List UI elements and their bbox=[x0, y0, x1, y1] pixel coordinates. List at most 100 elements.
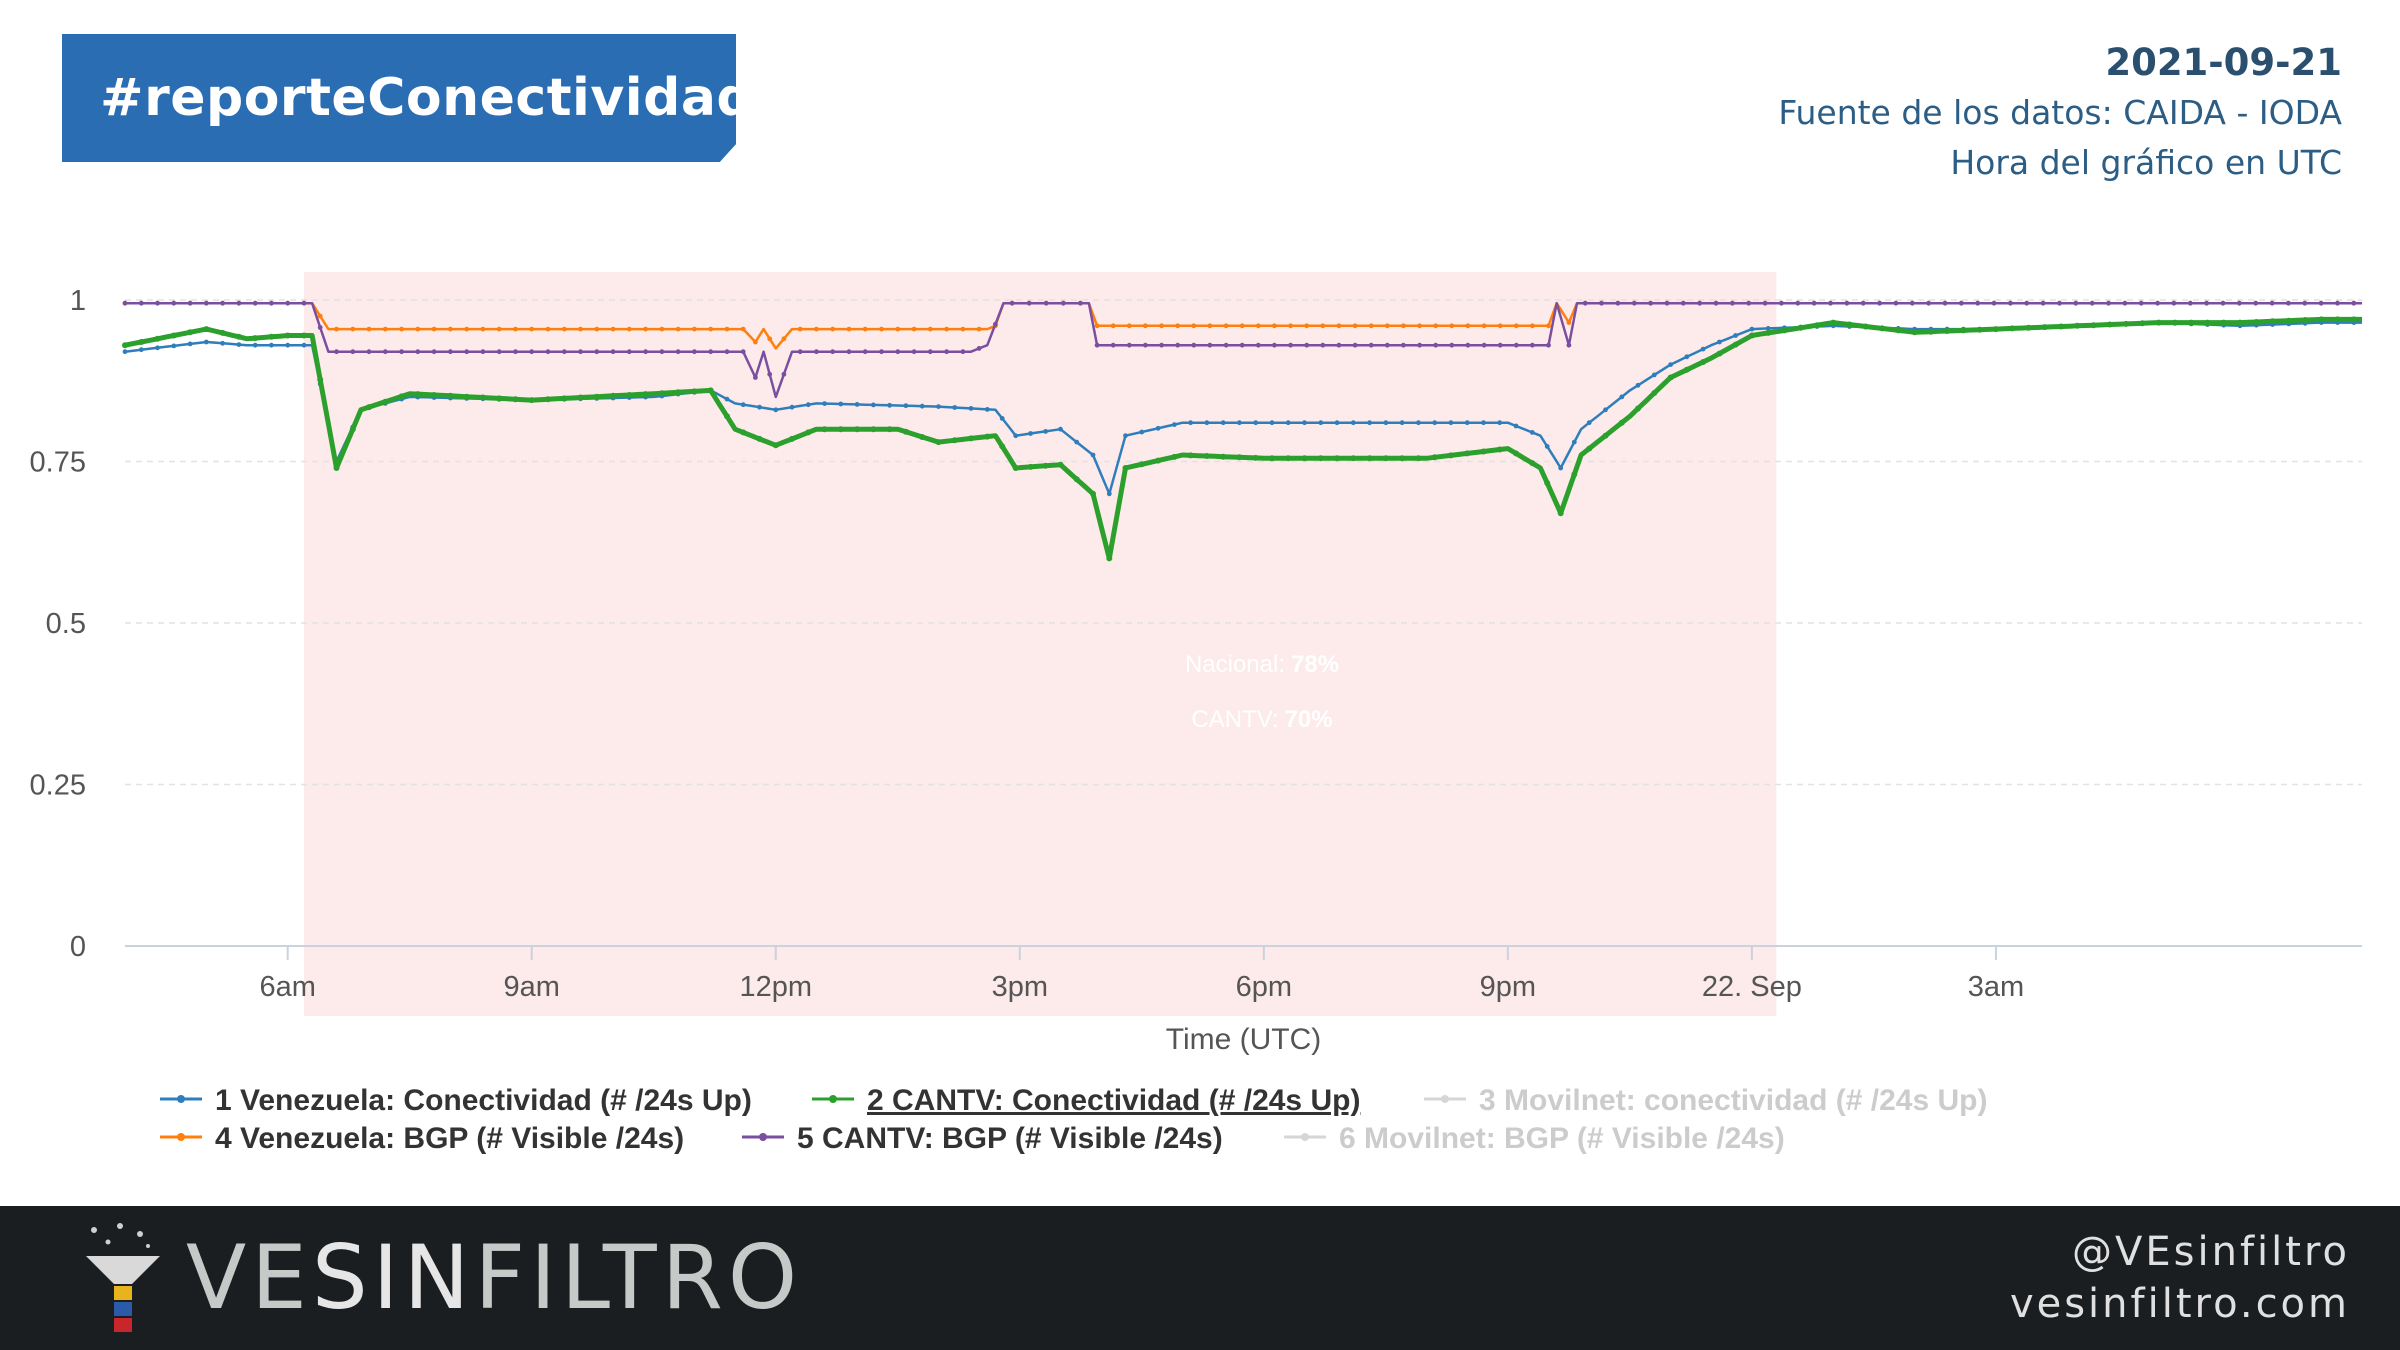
data-point bbox=[366, 404, 372, 411]
data-point bbox=[187, 341, 193, 347]
data-point bbox=[1667, 374, 1674, 381]
legend-item-3[interactable]: 3 Movilnet: conectividad (# /24s Up) bbox=[1424, 1084, 1987, 1117]
data-point bbox=[512, 396, 519, 403]
data-point bbox=[1530, 323, 1535, 329]
data-point bbox=[838, 401, 844, 407]
data-point bbox=[1043, 429, 1048, 434]
data-point bbox=[1958, 300, 1964, 306]
x-axis-label: Time (UTC) bbox=[1166, 1023, 1322, 1056]
data-point bbox=[399, 326, 404, 332]
data-point bbox=[902, 428, 909, 435]
legend-item-2[interactable]: 2 CANTV: Conectividad (# /24s Up) bbox=[812, 1084, 1360, 1117]
data-point bbox=[1255, 342, 1261, 348]
data-point bbox=[2090, 322, 2097, 329]
data-point bbox=[122, 342, 128, 349]
data-point bbox=[1320, 342, 1326, 348]
data-point bbox=[1155, 425, 1161, 431]
legend-item-6[interactable]: 6 Movilnet: BGP (# Visible /24s) bbox=[1284, 1122, 1785, 1155]
data-point bbox=[529, 349, 535, 355]
data-point bbox=[1811, 300, 1817, 306]
data-point bbox=[1028, 431, 1033, 436]
data-point bbox=[879, 326, 884, 332]
legend-label: 6 Movilnet: BGP (# Visible /24s) bbox=[1339, 1122, 1785, 1155]
data-point bbox=[1544, 444, 1550, 449]
data-point bbox=[626, 326, 632, 332]
data-point bbox=[772, 442, 779, 449]
data-point bbox=[797, 326, 803, 332]
data-point bbox=[1464, 450, 1471, 457]
data-point bbox=[203, 339, 209, 345]
data-point bbox=[1187, 452, 1194, 459]
data-point bbox=[2269, 300, 2275, 306]
data-point bbox=[415, 326, 421, 332]
data-point bbox=[399, 349, 404, 355]
data-point bbox=[1599, 300, 1604, 306]
data-point bbox=[756, 435, 763, 442]
data-point bbox=[513, 326, 518, 332]
data-point bbox=[317, 313, 323, 319]
brand-part-sin: SIN bbox=[311, 1226, 475, 1329]
data-point bbox=[171, 343, 177, 349]
legend-item-1[interactable]: 1 Venezuela: Conectividad (# /24s Up) bbox=[160, 1084, 752, 1117]
legend-item-5[interactable]: 5 CANTV: BGP (# Visible /24s) bbox=[742, 1122, 1223, 1155]
data-point bbox=[1447, 452, 1454, 459]
data-point bbox=[1497, 323, 1503, 329]
data-point bbox=[1159, 342, 1164, 348]
data-point bbox=[1060, 300, 1066, 306]
data-point bbox=[1384, 342, 1390, 348]
data-point bbox=[1336, 342, 1342, 348]
y-tick-label: 0.5 bbox=[46, 608, 86, 640]
data-point bbox=[1155, 457, 1162, 464]
data-point bbox=[1255, 323, 1261, 329]
data-point bbox=[1449, 342, 1455, 348]
data-point bbox=[2073, 300, 2079, 306]
data-point bbox=[1285, 420, 1291, 426]
data-point bbox=[2253, 319, 2260, 325]
data-point bbox=[1175, 323, 1181, 329]
data-point bbox=[2106, 300, 2111, 306]
data-point bbox=[1433, 342, 1439, 348]
data-point bbox=[545, 396, 551, 403]
website-link[interactable]: vesinfiltro.com bbox=[2010, 1278, 2350, 1330]
data-point bbox=[871, 402, 876, 408]
data-point bbox=[529, 326, 535, 332]
data-point bbox=[236, 300, 242, 306]
legend-label: 1 Venezuela: Conectividad (# /24s Up) bbox=[215, 1084, 752, 1117]
data-point bbox=[138, 347, 144, 353]
data-point bbox=[919, 434, 926, 440]
data-point bbox=[2040, 300, 2046, 306]
data-point bbox=[122, 300, 128, 306]
data-point bbox=[610, 326, 616, 332]
data-point bbox=[1301, 455, 1308, 462]
data-point bbox=[1106, 491, 1112, 497]
data-point bbox=[350, 349, 356, 355]
data-point bbox=[879, 349, 884, 355]
data-point bbox=[1139, 429, 1145, 435]
data-point bbox=[1043, 300, 1049, 306]
data-point bbox=[767, 336, 773, 342]
twitter-handle[interactable]: @VEsinfiltro bbox=[2010, 1226, 2350, 1278]
data-point bbox=[976, 346, 982, 351]
data-point bbox=[1367, 420, 1372, 426]
data-point bbox=[269, 300, 274, 306]
data-point bbox=[1352, 323, 1358, 329]
x-tick-label: 9pm bbox=[1480, 971, 1536, 1003]
data-point bbox=[464, 326, 470, 332]
data-point bbox=[480, 326, 486, 332]
data-point bbox=[773, 407, 779, 413]
data-point bbox=[993, 321, 998, 327]
data-point bbox=[1304, 342, 1310, 348]
data-point bbox=[1350, 420, 1356, 426]
legend-swatch-dot bbox=[829, 1095, 837, 1103]
data-point bbox=[155, 345, 160, 351]
data-point bbox=[1513, 423, 1519, 429]
data-point bbox=[1960, 327, 1967, 334]
data-point bbox=[496, 395, 503, 402]
data-point bbox=[220, 340, 226, 346]
data-point bbox=[1417, 342, 1422, 348]
data-point bbox=[1012, 465, 1019, 471]
data-point bbox=[1975, 300, 1981, 306]
data-point bbox=[1879, 325, 1886, 332]
legend-item-4[interactable]: 4 Venezuela: BGP (# Visible /24s) bbox=[160, 1122, 684, 1155]
data-point bbox=[268, 333, 275, 340]
